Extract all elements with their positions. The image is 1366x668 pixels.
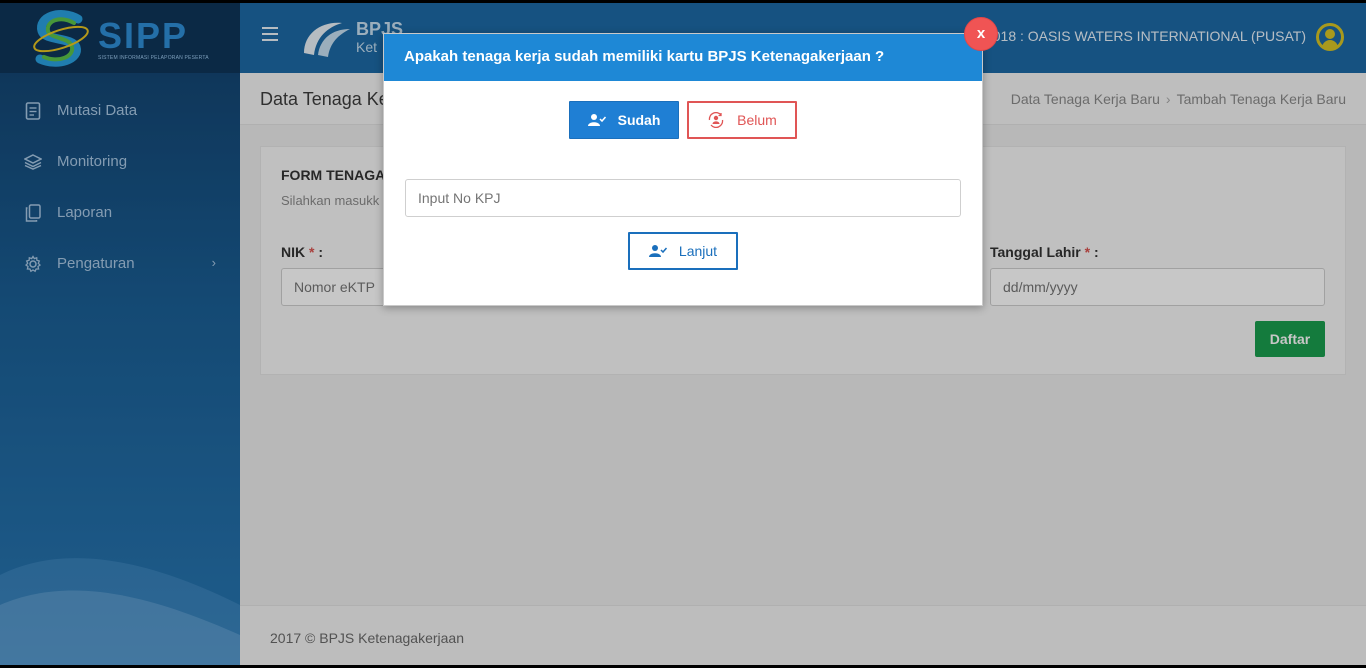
user-refresh-icon bbox=[707, 112, 725, 128]
modal-close-button[interactable]: x bbox=[964, 17, 998, 51]
app-root: SIPP SISTEM INFORMASI PELAPORAN PESERTA … bbox=[0, 3, 1366, 665]
lanjut-button[interactable]: Lanjut bbox=[628, 232, 738, 270]
sudah-button[interactable]: Sudah bbox=[569, 101, 679, 139]
sudah-label: Sudah bbox=[617, 112, 661, 128]
user-check-icon bbox=[648, 244, 667, 258]
belum-button[interactable]: Belum bbox=[687, 101, 797, 139]
lanjut-label: Lanjut bbox=[678, 243, 718, 259]
belum-label: Belum bbox=[737, 112, 777, 128]
user-check-icon bbox=[587, 113, 606, 127]
modal-title: Apakah tenaga kerja sudah memiliki kartu… bbox=[384, 34, 982, 81]
kpj-modal: Apakah tenaga kerja sudah memiliki kartu… bbox=[383, 33, 983, 306]
kpj-input[interactable] bbox=[405, 179, 961, 217]
